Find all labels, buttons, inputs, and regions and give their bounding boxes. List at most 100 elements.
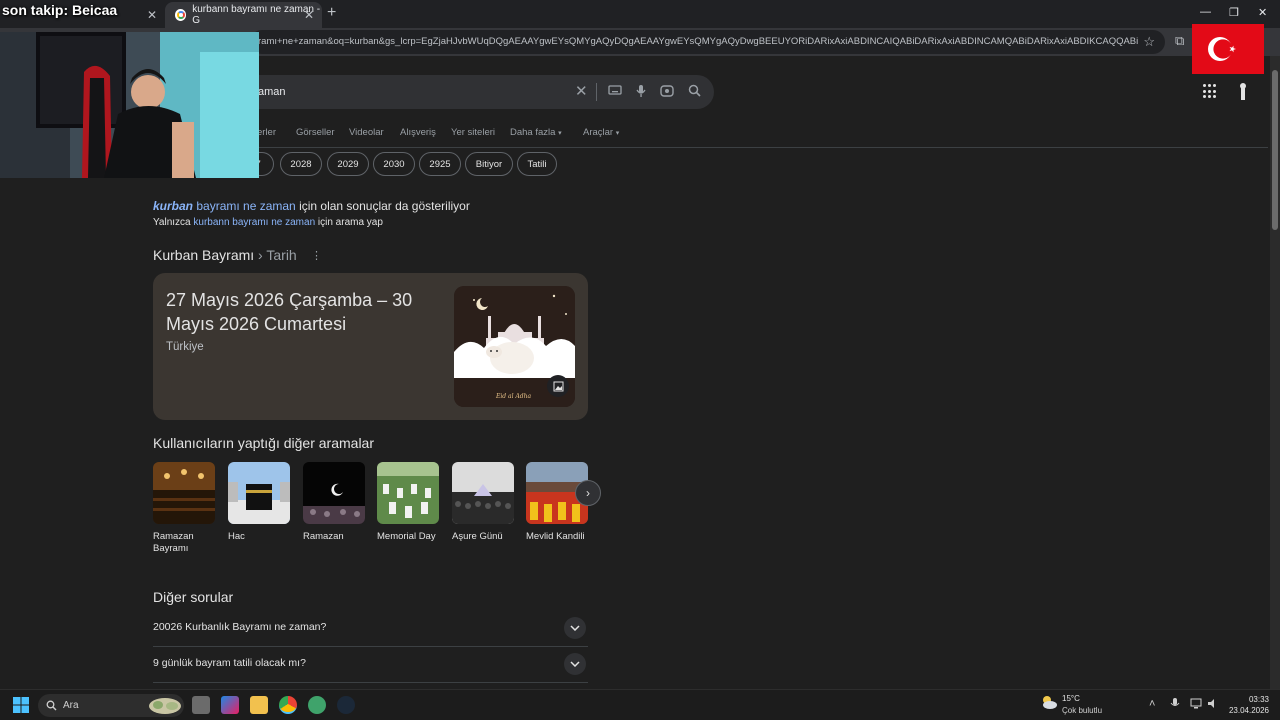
tab-images[interactable]: Görseller (296, 127, 335, 138)
eid-al-adha-image[interactable]: Eid al Adha (454, 286, 575, 407)
image-viewer-icon[interactable] (547, 375, 569, 397)
tab-videos[interactable]: Videolar (349, 127, 384, 138)
chip-2028[interactable]: 2028 (280, 152, 322, 176)
image-caption: Eid al Adha (495, 393, 531, 400)
tab-shopping[interactable]: Alışveriş (400, 127, 436, 138)
page-scrollbar[interactable] (1270, 56, 1280, 689)
answer-date: 27 Mayıs 2026 Çarşamba – 30 Mayıs 2026 C… (166, 290, 413, 334)
search-icon[interactable] (688, 84, 701, 100)
tab-news[interactable]: erler (257, 127, 276, 138)
windows-start-icon[interactable] (12, 696, 30, 714)
restore-icon[interactable]: ❐ (1229, 6, 1239, 19)
related-item[interactable]: Hac (228, 462, 290, 543)
related-thumb (377, 462, 439, 524)
taskbar-search-label: Ara (63, 700, 79, 711)
chip-tatili[interactable]: Tatili (517, 152, 557, 176)
address-bar[interactable]: ramı+ne+zaman&oq=kurban&gs_lcrp=EgZjaHJv… (250, 30, 1165, 54)
chip-2029[interactable]: 2029 (327, 152, 369, 176)
weather-desc: Çok bulutlu (1062, 706, 1103, 715)
related-label: Mevlid Kandili (526, 531, 585, 542)
chevron-right-icon[interactable]: › (575, 480, 601, 506)
breadcrumb: Kurban Bayramı › Tarih (153, 247, 297, 263)
chevron-up-icon[interactable]: ˄ (1149, 698, 1155, 710)
chip-2925[interactable]: 2925 (419, 152, 461, 176)
related-item[interactable]: Memorial Day (377, 462, 439, 543)
close-icon[interactable]: ✕ (304, 8, 314, 22)
breadcrumb-main[interactable]: Kurban Bayramı (153, 247, 254, 263)
tab-active[interactable]: kurbann bayramı ne zaman - G ✕ (165, 2, 322, 28)
only-prefix: Yalnızca (153, 217, 194, 228)
copilot-icon[interactable] (221, 696, 239, 714)
spelling-notice: kurban bayramı ne zaman için olan sonuçl… (153, 199, 470, 213)
chip-2030[interactable]: 2030 (373, 152, 415, 176)
tab-tools-label: Araçlar (583, 127, 614, 138)
related-label: Ramazan (303, 531, 344, 542)
new-tab-button[interactable]: + (327, 4, 336, 22)
corrected-rest: bayramı ne zaman (193, 199, 296, 213)
breadcrumb-sub: Tarih (266, 247, 297, 263)
google-favicon-icon (175, 9, 187, 21)
url-text: ramı+ne+zaman&oq=kurban&gs_lcrp=EgZjaHJv… (258, 36, 1138, 47)
question-item[interactable]: 20026 Kurbanlık Bayramı ne zaman? (153, 611, 588, 647)
questions-title: Diğer sorular (153, 589, 234, 605)
related-item[interactable]: Ramazan Bayramı (153, 462, 215, 555)
related-title: Kullanıcıların yaptığı diğer aramalar (153, 435, 374, 451)
system-clock[interactable]: 03:33 23.04.2026 (1221, 694, 1269, 716)
taskbar-search[interactable]: Ara (38, 694, 184, 717)
close-icon[interactable]: ✕ (147, 8, 157, 22)
divider (596, 83, 597, 101)
weather-widget[interactable]: 15°C Çok bulutlu (1040, 694, 1102, 715)
keyboard-icon[interactable] (608, 84, 622, 99)
minimize-icon[interactable]: — (1200, 6, 1211, 18)
file-explorer-icon[interactable] (250, 696, 268, 714)
webcam-overlay (0, 32, 259, 178)
related-item[interactable]: Aşure Günü (452, 462, 514, 543)
search-highlight-icon (149, 698, 181, 714)
more-options-icon[interactable]: ⋮ (311, 249, 322, 262)
related-thumb (228, 462, 290, 524)
question-text: 20026 Kurbanlık Bayramı ne zaman? (153, 621, 327, 633)
scrollbar-thumb[interactable] (1272, 70, 1278, 230)
spelling-suffix: için olan sonuçlar da gösteriliyor (295, 199, 470, 213)
question-item[interactable]: 9 günlük bayram tatili olacak mı? (153, 647, 588, 683)
app-icon[interactable] (308, 696, 326, 714)
camera-lens-icon[interactable] (660, 84, 674, 101)
google-apps-icon[interactable] (1203, 84, 1218, 99)
network-icon[interactable] (1190, 698, 1202, 712)
steam-icon[interactable] (337, 696, 355, 714)
microphone-icon[interactable] (636, 84, 646, 101)
taskbar: Ara 15°C Çok bulutlu ˄ 03:33 23.04.2026 (0, 689, 1280, 720)
related-label: Aşure Günü (452, 531, 503, 542)
tab-sites[interactable]: Yer siteleri (451, 127, 495, 138)
only-suffix: için arama yap (315, 217, 383, 228)
clear-icon[interactable]: ✕ (575, 82, 588, 100)
related-label: Ramazan Bayramı (153, 531, 194, 554)
related-thumb (153, 462, 215, 524)
related-thumb (452, 462, 514, 524)
chrome-icon[interactable] (279, 696, 297, 714)
chip-bitiyor[interactable]: Bitiyor (465, 152, 513, 176)
related-label: Memorial Day (377, 531, 436, 542)
bookmark-star-icon[interactable]: ☆ (1143, 34, 1155, 50)
search-box[interactable]: aman ✕ (240, 75, 714, 109)
volume-icon[interactable] (1207, 698, 1218, 712)
question-text: 9 günlük bayram tatili olacak mı? (153, 657, 306, 669)
breadcrumb-separator: › (254, 247, 267, 263)
related-item[interactable]: Ramazan (303, 462, 365, 543)
corrected-bold: kurban (153, 199, 194, 213)
original-query-link[interactable]: kurbann bayramı ne zaman (193, 217, 315, 228)
search-input[interactable]: aman (258, 86, 286, 98)
tab-tools[interactable]: Araçlar ▾ (583, 127, 619, 138)
account-icon[interactable] (1236, 80, 1250, 104)
chevron-down-icon: ▾ (558, 130, 562, 137)
task-view-icon[interactable] (192, 696, 210, 714)
microphone-icon[interactable] (1170, 698, 1180, 713)
corrected-query-link[interactable]: kurban bayramı ne zaman (153, 199, 296, 213)
search-instead-notice: Yalnızca kurbann bayramı ne zaman için a… (153, 217, 383, 228)
extensions-icon[interactable]: ⧉ (1175, 33, 1184, 49)
tab-more[interactable]: Daha fazla ▾ (510, 127, 562, 138)
chevron-down-icon[interactable] (564, 617, 586, 639)
chevron-down-icon[interactable] (564, 653, 586, 675)
weather-temp: 15°C (1062, 694, 1080, 703)
close-window-icon[interactable]: ✕ (1258, 6, 1267, 19)
